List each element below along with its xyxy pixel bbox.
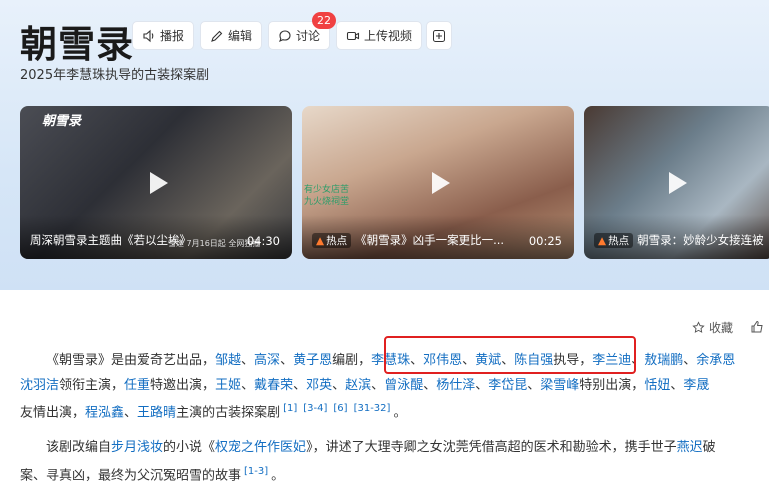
video-card[interactable]: ▲ 热点 朝雪录：妙龄少女接连被 — [584, 106, 769, 259]
actor-link[interactable]: 敖瑞鹏 — [644, 353, 683, 368]
actor-link[interactable]: 恬妞 — [644, 378, 670, 393]
upload-video-label: 上传视频 — [364, 29, 413, 43]
video-duration: 04:30 — [246, 234, 280, 248]
actor-link[interactable]: 程泓鑫 — [85, 405, 124, 420]
play-icon[interactable] — [432, 171, 450, 194]
actor-link[interactable]: 沈羽洁 — [20, 378, 59, 393]
speaker-icon — [142, 29, 156, 43]
play-icon[interactable] — [669, 171, 687, 194]
edit-label: 编辑 — [228, 29, 253, 43]
actor-link[interactable]: 邓英 — [306, 378, 332, 393]
reference-link[interactable]: [3-4] — [303, 403, 327, 414]
character-link[interactable]: 燕迟 — [677, 440, 703, 455]
actor-link[interactable]: 杨仕泽 — [436, 378, 475, 393]
actor-link[interactable]: 赵滨 — [345, 378, 371, 393]
pencil-icon — [210, 29, 224, 43]
page-title: 朝雪录 — [20, 23, 134, 66]
plot-line-1: 该剧改编自步月浅妆的小说《权宠之仵作医妃》，讲述了大理寺卿之女沈莞凭借高超的医术… — [46, 440, 716, 455]
reference-link[interactable]: [6] — [333, 403, 347, 414]
actor-link[interactable]: 王路晴 — [137, 405, 176, 420]
collect-label: 收藏 — [708, 321, 733, 335]
actor-link[interactable]: 戴春荣 — [254, 378, 293, 393]
actor-link[interactable]: 王姬 — [215, 378, 241, 393]
video-card[interactable]: 有少女店苦 九火烧祠堂 ▲ 热点 《朝雪录》凶手一案更比一... 00:25 — [302, 106, 574, 259]
play-icon[interactable] — [150, 171, 168, 194]
reference-link[interactable]: [31-32] — [354, 403, 391, 414]
broadcast-label: 播报 — [160, 29, 185, 43]
actor-link[interactable]: 余承恩 — [696, 353, 735, 368]
discuss-label: 讨论 — [296, 29, 321, 43]
video-caption: ▲ 热点 朝雪录：妙龄少女接连被 — [594, 232, 764, 248]
fire-icon: ▲ — [598, 235, 607, 247]
thumbs-up-icon[interactable] — [750, 319, 764, 333]
collect-button[interactable]: 收藏 — [692, 319, 733, 336]
discussion-count-badge: 22 — [312, 12, 336, 29]
add-button[interactable] — [426, 21, 452, 50]
chat-bubble-icon — [278, 29, 292, 43]
plot-line-2: 案、寻真凶，最终为父沉冤昭雪的故事 [1-3]。 — [20, 466, 285, 484]
star-icon — [692, 321, 705, 333]
hot-tag: ▲ 热点 — [312, 233, 352, 248]
edit-button[interactable]: 编辑 — [200, 21, 263, 50]
reference-link[interactable]: [1-3] — [244, 466, 268, 477]
video-logo: 朝雪录 — [42, 114, 82, 129]
writer-link[interactable]: 黄子恩 — [293, 353, 332, 368]
fire-icon: ▲ — [316, 235, 325, 247]
actor-link[interactable]: 李晟 — [683, 378, 709, 393]
directors-highlight-box — [384, 336, 636, 374]
novel-link[interactable]: 权宠之仵作医妃 — [215, 440, 306, 455]
intro-line-2: 沈羽洁领衔主演，任重特邀出演，王姬、戴春荣、邓英、赵滨、曾泳醍、杨仕泽、李岱昆、… — [20, 378, 710, 393]
video-camera-icon — [346, 29, 360, 43]
actor-link[interactable]: 曾泳醍 — [384, 378, 423, 393]
page-subtitle: 2025年李慧珠执导的古装探案剧 — [20, 68, 210, 83]
writer-link[interactable]: 邹越 — [215, 353, 241, 368]
writer-link[interactable]: 高深 — [254, 353, 280, 368]
intro-line-3: 友情出演，程泓鑫、王路晴主演的古装探案剧 [1] [3-4] [6] [31-32]。 — [20, 403, 407, 421]
video-caption: ▲ 热点 《朝雪录》凶手一案更比一... — [312, 232, 504, 248]
upload-video-button[interactable]: 上传视频 — [336, 21, 423, 50]
video-caption: 周深朝雪录主题曲《若以尘埃》 — [30, 233, 191, 247]
hot-tag: ▲ 热点 — [594, 233, 634, 248]
video-card[interactable]: 朝雪录 周深朝雪录主题曲《若以尘埃》 雪逢 7月16日起 全网独播 04:30 — [20, 106, 292, 259]
reference-link[interactable]: [1] — [283, 403, 297, 414]
video-overlay-text: 有少女店苦 九火烧祠堂 — [304, 185, 350, 207]
broadcast-button[interactable]: 播报 — [132, 21, 195, 50]
plus-icon — [432, 29, 446, 43]
author-link[interactable]: 步月浅妆 — [111, 440, 163, 455]
actor-link[interactable]: 任重 — [124, 378, 150, 393]
actor-link[interactable]: 梁雪峰 — [540, 378, 579, 393]
video-duration: 00:25 — [528, 234, 562, 248]
actor-link[interactable]: 李岱昆 — [488, 378, 527, 393]
